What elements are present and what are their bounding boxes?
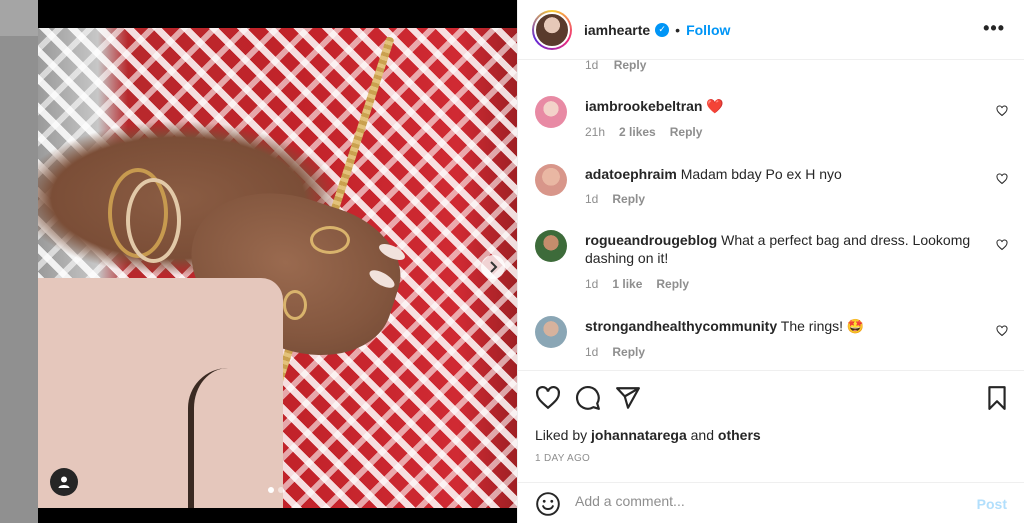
commenter-avatar[interactable] xyxy=(535,164,567,196)
comment-text: strongandhealthycommunity The rings! 🤩 xyxy=(585,317,985,335)
commenter-username[interactable]: iambrookebeltran xyxy=(585,98,702,114)
image-bracelet xyxy=(126,178,181,263)
comment-like-icon[interactable] xyxy=(996,325,1008,337)
comment-text: iambrookebeltran ❤️ xyxy=(585,97,985,115)
bookmark-icon[interactable] xyxy=(984,385,1010,411)
verified-badge-icon: ✓ xyxy=(655,22,670,37)
comment-meta: 1d 1 like Reply xyxy=(585,277,689,291)
likes-conjunction: and xyxy=(690,427,714,443)
comment-like-icon[interactable] xyxy=(996,239,1008,251)
image-bag-flap xyxy=(188,368,268,508)
carousel-indicator xyxy=(268,487,284,493)
heart-emoji: ❤️ xyxy=(706,98,724,114)
commenter-avatar[interactable] xyxy=(535,316,567,348)
post-header: iamhearte ✓ • Follow ••• xyxy=(518,0,1024,60)
comment-likes[interactable]: 2 likes xyxy=(619,125,656,139)
partial-comment-meta: 1d Reply xyxy=(585,60,658,72)
comment-like-icon[interactable] xyxy=(996,173,1008,185)
comment-time: 1d xyxy=(585,277,599,291)
comment-meta: 1d Reply xyxy=(585,345,645,359)
comment-content: Madam bday Po ex H nyo xyxy=(680,166,842,182)
likes-others-link[interactable]: others xyxy=(718,427,761,443)
comment-input[interactable] xyxy=(575,493,955,509)
comment-time: 21h xyxy=(585,125,606,139)
follow-button[interactable]: Follow xyxy=(686,22,730,38)
add-comment-bar: Post xyxy=(518,482,1024,523)
comments-list[interactable]: 1d Reply iambrookebeltran ❤️ 21h 2 likes… xyxy=(518,60,1024,370)
post-actions: Liked by johannatarega and others 1 DAY … xyxy=(518,370,1024,482)
carousel-dot xyxy=(278,487,284,493)
comment-like-icon[interactable] xyxy=(996,105,1008,117)
commenter-username[interactable]: strongandhealthycommunity xyxy=(585,318,777,334)
commenter-avatar[interactable] xyxy=(535,230,567,262)
commenter-username[interactable]: rogueandrougeblog xyxy=(585,232,717,248)
comment-time: 1d xyxy=(585,345,599,359)
post-media[interactable] xyxy=(38,0,517,523)
comment-likes[interactable]: 1 like xyxy=(612,277,642,291)
star-struck-emoji: 🤩 xyxy=(846,318,865,334)
reply-button[interactable]: Reply xyxy=(670,125,703,139)
comment-time: 1d xyxy=(585,60,599,72)
reply-button[interactable]: Reply xyxy=(656,277,689,291)
emoji-icon[interactable] xyxy=(535,491,561,517)
author-avatar[interactable] xyxy=(532,9,572,50)
background-header xyxy=(0,0,38,36)
comment-icon[interactable] xyxy=(575,385,601,411)
background-feed xyxy=(0,0,38,523)
post-timestamp[interactable]: 1 DAY AGO xyxy=(535,453,590,464)
liked-by-username[interactable]: johannatarega xyxy=(591,427,687,443)
user-tag-button[interactable] xyxy=(50,468,78,496)
comment-meta: 1d Reply xyxy=(585,192,645,206)
reply-button[interactable]: Reply xyxy=(612,192,645,206)
more-options-button[interactable]: ••• xyxy=(983,18,1005,39)
comment-time: 1d xyxy=(585,192,599,206)
share-icon[interactable] xyxy=(615,385,641,411)
carousel-dot xyxy=(268,487,274,493)
heart-icon[interactable] xyxy=(535,385,561,411)
image-ring xyxy=(283,290,307,320)
comment-content: The rings! xyxy=(780,318,844,334)
comment-text: adatoephraim Madam bday Po ex H nyo xyxy=(585,165,985,183)
likes-prefix: Liked by xyxy=(535,427,588,443)
comment-text: rogueandrougeblog What a perfect bag and… xyxy=(585,231,985,267)
reply-button[interactable]: Reply xyxy=(612,345,645,359)
user-tag-icon xyxy=(58,476,70,488)
post-details-panel: iamhearte ✓ • Follow ••• 1d Reply iambro… xyxy=(517,0,1024,523)
next-slide-button[interactable] xyxy=(481,255,505,279)
reply-button[interactable]: Reply xyxy=(614,60,647,72)
commenter-username[interactable]: adatoephraim xyxy=(585,166,677,182)
chevron-right-icon xyxy=(490,261,498,273)
post-image xyxy=(38,28,517,508)
post-comment-button[interactable]: Post xyxy=(977,496,1007,512)
image-ring xyxy=(310,226,350,254)
comment-meta: 21h 2 likes Reply xyxy=(585,125,702,139)
header-separator: • xyxy=(675,21,681,38)
likes-summary: Liked by johannatarega and others xyxy=(535,427,761,443)
author-username[interactable]: iamhearte xyxy=(584,22,650,38)
commenter-avatar[interactable] xyxy=(535,96,567,128)
